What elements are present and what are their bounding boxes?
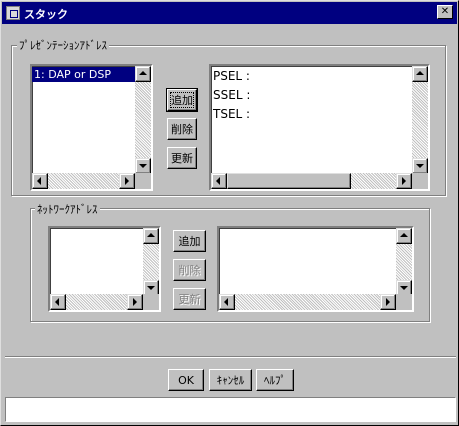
arrow-up-icon <box>139 71 147 75</box>
ok-button[interactable]: OK <box>168 369 204 391</box>
tsel-label: TSEL : <box>213 107 251 121</box>
network-address-list[interactable] <box>48 226 161 312</box>
detail-scroll-right-button[interactable] <box>380 294 396 310</box>
detail-scroll-left-button[interactable] <box>219 294 235 310</box>
detail-scroll-up-button[interactable] <box>412 66 428 82</box>
arrow-down-icon <box>400 286 408 290</box>
cancel-button[interactable]: ｷｬﾝｾﾙ <box>209 369 252 391</box>
network-add-button[interactable]: 追加 <box>173 230 206 252</box>
arrow-down-icon <box>416 164 424 168</box>
list-scroll-up-button[interactable] <box>135 66 151 82</box>
detail-vertical-track[interactable] <box>396 244 412 280</box>
arrow-right-icon <box>386 298 390 306</box>
network-address-legend: ﾈｯﾄﾜｰｸｱﾄﾞﾚｽ <box>35 201 100 217</box>
list-scroll-left-button[interactable] <box>50 294 66 310</box>
network-delete-button: 削除 <box>173 259 206 281</box>
list-scroll-right-button[interactable] <box>127 294 143 310</box>
list-vertical-track[interactable] <box>143 244 159 280</box>
status-bar <box>5 397 456 422</box>
network-detail-pane[interactable] <box>217 226 414 312</box>
presentation-update-button[interactable]: 更新 <box>167 147 197 169</box>
ssel-label: SSEL : <box>213 88 251 102</box>
help-button[interactable]: ﾍﾙﾌﾟ <box>256 369 294 391</box>
scroll-corner <box>396 294 412 310</box>
list-scroll-up-button[interactable] <box>143 228 159 244</box>
list-scroll-right-button[interactable] <box>119 173 135 189</box>
psel-label: PSEL : <box>213 69 250 83</box>
list-vertical-track[interactable] <box>135 82 151 158</box>
footer-separator <box>5 356 456 358</box>
title-bar[interactable]: スタック ✕ <box>2 2 457 24</box>
close-button[interactable]: ✕ <box>437 5 453 19</box>
list-horizontal-track[interactable] <box>66 294 127 310</box>
arrow-down-icon <box>147 286 155 290</box>
detail-horizontal-thumb[interactable] <box>227 173 351 189</box>
arrow-left-icon <box>216 177 220 185</box>
detail-scroll-up-button[interactable] <box>396 228 412 244</box>
arrow-up-icon <box>147 233 155 237</box>
dialog-window: スタック ✕ ﾌﾟﾚｾﾞﾝﾃｰｼｮﾝｱﾄﾞﾚｽ 1: DAP or DSP 追加… <box>0 0 459 426</box>
scroll-corner <box>135 173 151 189</box>
scroll-corner <box>412 173 428 189</box>
presentation-address-list[interactable]: 1: DAP or DSP <box>30 64 153 191</box>
detail-scroll-right-button[interactable] <box>396 173 412 189</box>
detail-scroll-down-button[interactable] <box>412 158 428 174</box>
list-item[interactable]: 1: DAP or DSP <box>32 67 135 82</box>
window-title: スタック <box>24 8 68 21</box>
detail-vertical-track[interactable] <box>412 82 428 158</box>
presentation-detail-pane[interactable]: PSEL : SSEL : TSEL : <box>209 64 430 191</box>
presentation-add-button[interactable]: 追加 <box>166 88 198 112</box>
arrow-left-icon <box>55 298 59 306</box>
arrow-left-icon <box>224 298 228 306</box>
scroll-corner <box>143 294 159 310</box>
presentation-address-legend: ﾌﾟﾚｾﾞﾝﾃｰｼｮﾝｱﾄﾞﾚｽ <box>17 37 109 53</box>
presentation-delete-button[interactable]: 削除 <box>167 118 197 140</box>
list-horizontal-track[interactable] <box>48 173 119 189</box>
detail-horizontal-track[interactable] <box>235 294 380 310</box>
list-scroll-down-button[interactable] <box>135 158 151 174</box>
arrow-right-icon <box>402 177 406 185</box>
detail-scroll-left-button[interactable] <box>211 173 227 189</box>
arrow-up-icon <box>416 71 424 75</box>
arrow-right-icon <box>125 177 129 185</box>
app-icon <box>6 6 20 20</box>
arrow-down-icon <box>139 164 147 168</box>
arrow-right-icon <box>133 298 137 306</box>
arrow-up-icon <box>400 233 408 237</box>
arrow-left-icon <box>37 177 41 185</box>
network-update-button: 更新 <box>173 288 206 310</box>
list-scroll-left-button[interactable] <box>32 173 48 189</box>
